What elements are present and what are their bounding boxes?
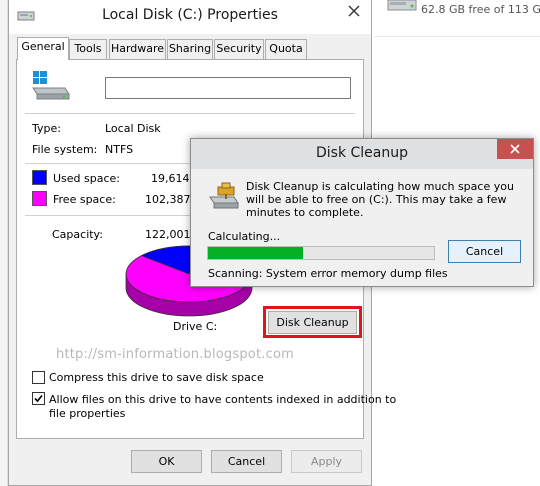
cleanup-progress-bar xyxy=(207,246,435,260)
close-icon xyxy=(348,5,360,17)
disk-cleanup-button[interactable]: Disk Cleanup xyxy=(268,311,357,334)
windows-drive-icon xyxy=(31,70,71,100)
properties-titlebar[interactable]: Local Disk (C:) Properties xyxy=(9,0,371,34)
drive-caption: Drive C: xyxy=(173,320,218,333)
type-value: Local Disk xyxy=(105,122,161,135)
properties-close-button[interactable] xyxy=(337,0,371,22)
free-space-swatch xyxy=(32,191,47,206)
disk-cleanup-icon xyxy=(206,181,240,211)
scanning-status-label: Scanning: System error memory dump files xyxy=(208,267,448,280)
close-icon xyxy=(510,144,520,154)
tab-hardware[interactable]: Hardware xyxy=(109,39,166,59)
disk-cleanup-message: Disk Cleanup is calculating how much spa… xyxy=(246,180,514,219)
disk-cleanup-close-button[interactable] xyxy=(497,139,533,159)
drive-free-space-text: 62.8 GB free of 113 GB xyxy=(421,3,540,16)
used-space-swatch xyxy=(32,170,47,185)
separator xyxy=(25,113,355,114)
calculating-label: Calculating... xyxy=(208,230,281,243)
cleanup-progress-fill xyxy=(208,247,303,259)
checkmark-icon xyxy=(34,394,43,403)
capacity-label: Capacity: xyxy=(52,228,103,241)
background-left-strip xyxy=(0,0,8,486)
cancel-button[interactable]: Cancel xyxy=(211,450,282,473)
file-system-value: NTFS xyxy=(105,143,134,156)
disk-cleanup-dialog: Disk Cleanup Disk Cleanup is calculating… xyxy=(190,138,534,287)
used-space-label: Used space: xyxy=(53,172,121,185)
disk-cleanup-titlebar[interactable]: Disk Cleanup xyxy=(191,139,533,169)
disk-cleanup-cancel-button[interactable]: Cancel xyxy=(448,240,521,263)
hard-drive-icon xyxy=(386,0,418,14)
background-divider xyxy=(374,36,540,37)
index-label-line1: Allow files on this drive to have conten… xyxy=(49,393,397,406)
compress-checkbox[interactable] xyxy=(32,371,45,384)
compress-label: Compress this drive to save disk space xyxy=(49,371,264,384)
index-checkbox[interactable] xyxy=(32,392,45,405)
disk-cleanup-title: Disk Cleanup xyxy=(315,145,408,161)
tab-general[interactable]: General xyxy=(17,37,69,60)
free-space-label: Free space: xyxy=(53,193,116,206)
properties-window-title: Local Disk (C:) Properties xyxy=(102,7,278,23)
tab-tools[interactable]: Tools xyxy=(69,39,107,59)
ok-button[interactable]: OK xyxy=(131,450,202,473)
watermark-url: http://sm-information.blogspot.com xyxy=(56,347,294,362)
type-label: Type: xyxy=(32,122,61,135)
tab-sharing[interactable]: Sharing xyxy=(167,39,213,59)
tab-security[interactable]: Security xyxy=(214,39,264,59)
index-label-line2: file properties xyxy=(49,407,126,420)
drive-name-input[interactable] xyxy=(105,77,351,99)
tab-quota[interactable]: Quota xyxy=(265,39,307,59)
apply-button[interactable]: Apply xyxy=(291,450,362,473)
file-system-label: File system: xyxy=(32,143,98,156)
